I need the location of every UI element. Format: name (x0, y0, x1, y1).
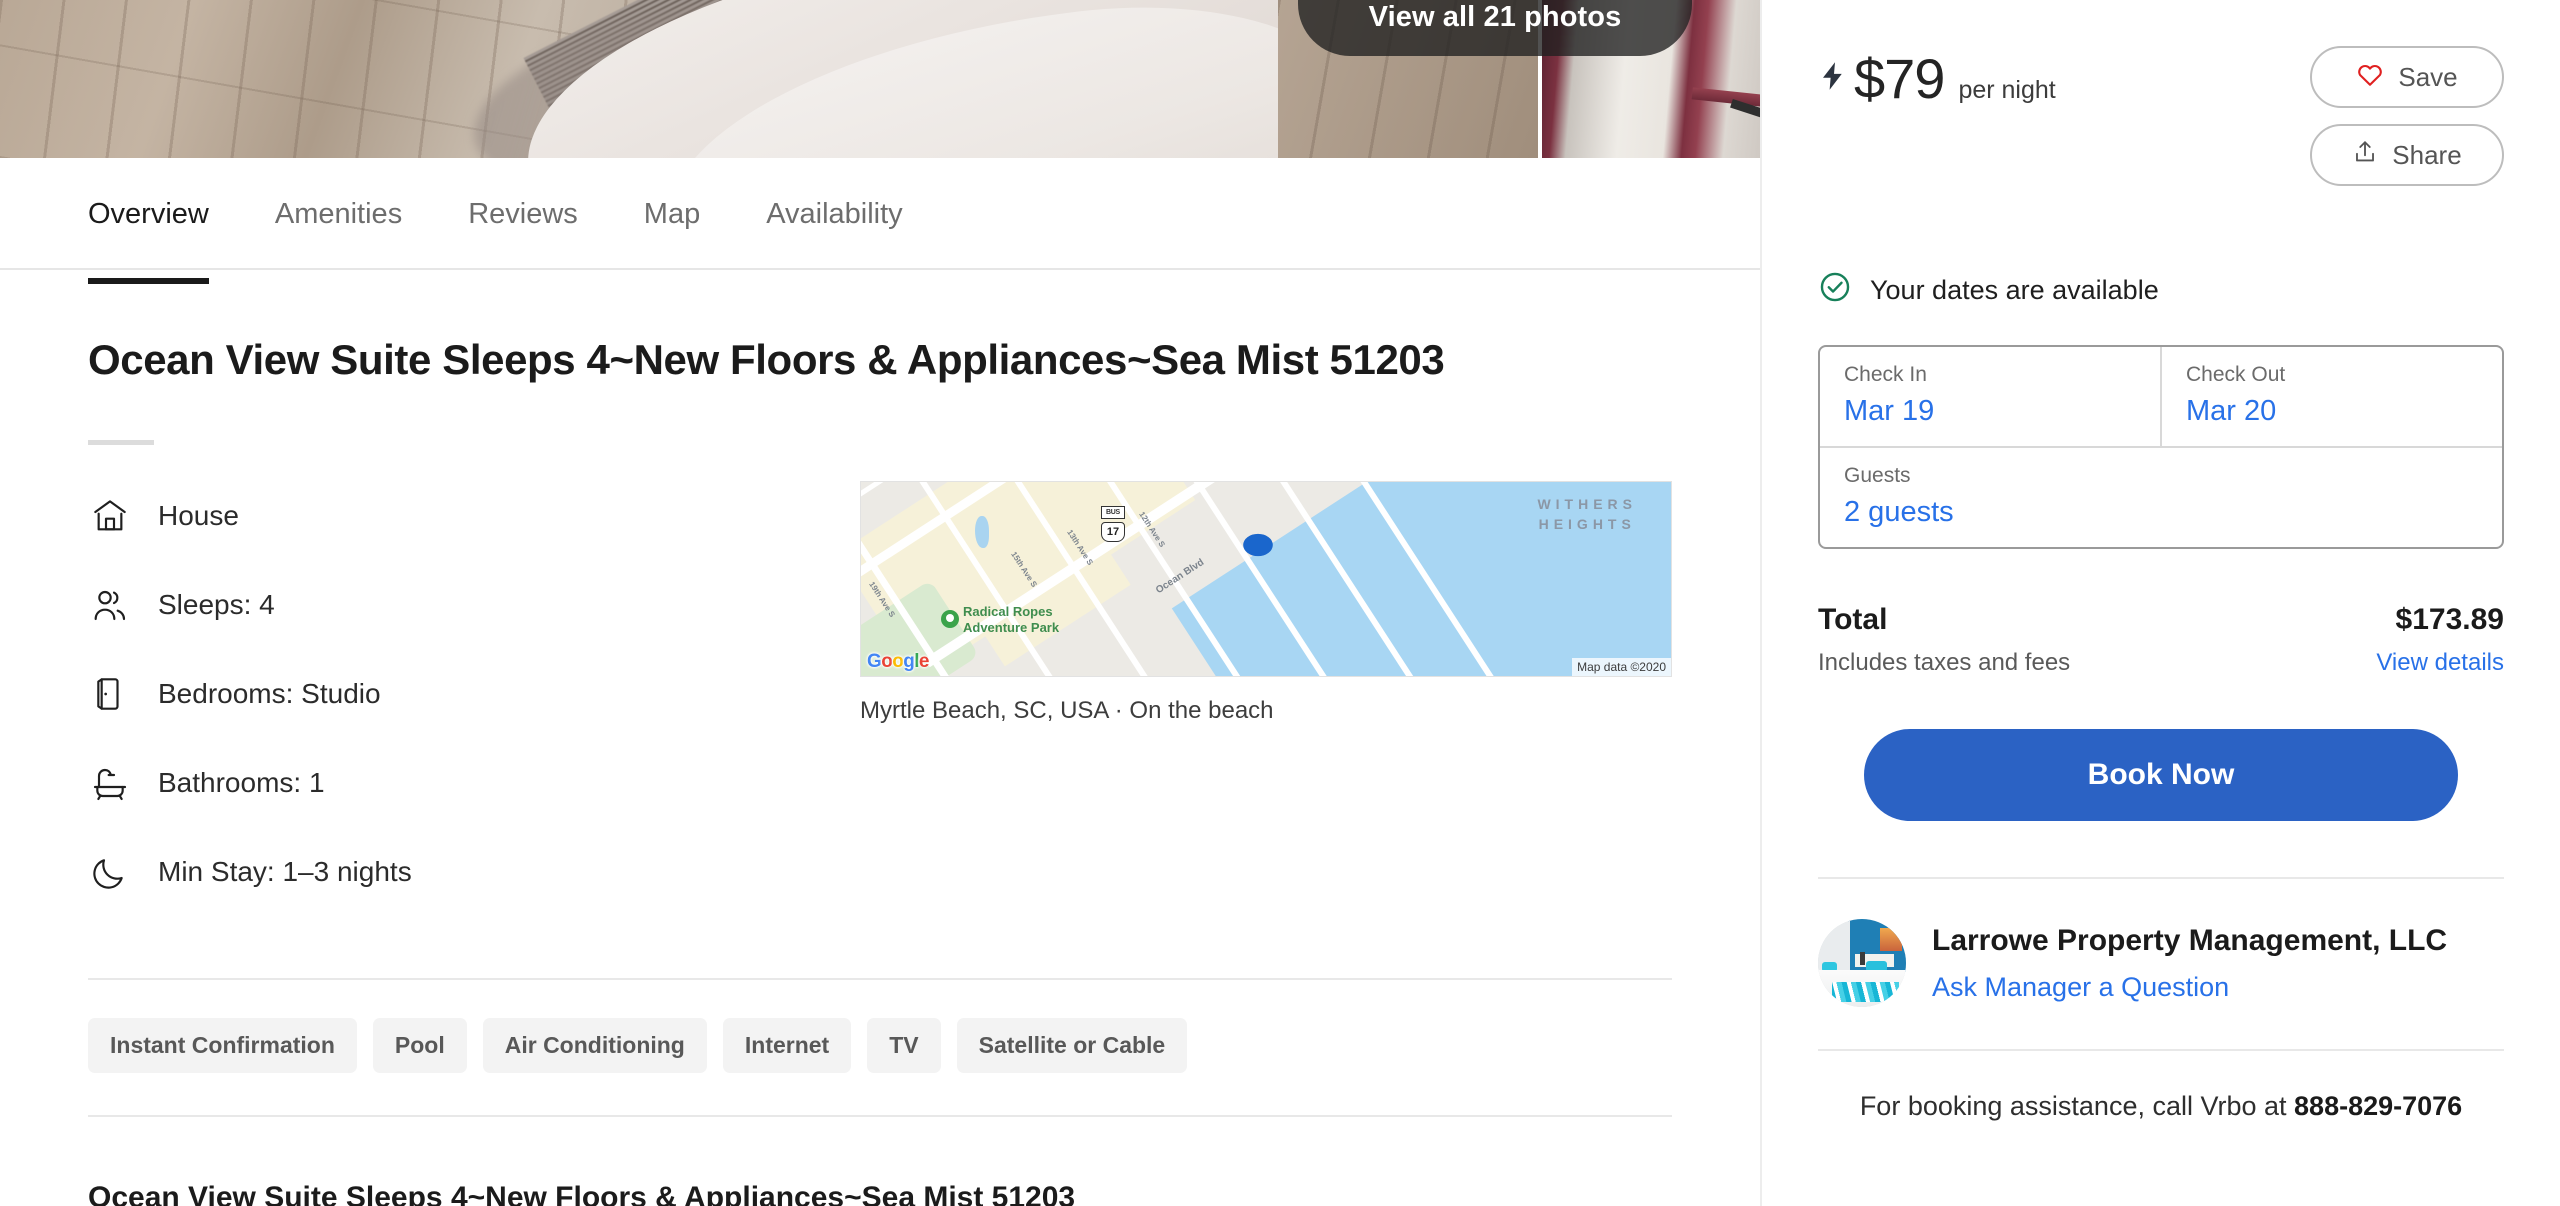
guests-label: Guests (1844, 464, 1911, 487)
amenity-tag-tv[interactable]: TV (867, 1018, 941, 1073)
check-out-value: Mar 20 (2186, 395, 2277, 427)
bedroom-icon (88, 672, 132, 716)
check-circle-icon (1818, 270, 1852, 311)
panel-divider (1818, 877, 2504, 879)
tab-overview[interactable]: Overview (88, 158, 209, 284)
guests-row: Guests 2 guests (1820, 446, 2502, 547)
location-map[interactable]: 12th Ave S 13th Ave S 15th Ave S 19th Av… (860, 481, 1672, 677)
instant-booking-bolt-icon (1818, 55, 1848, 102)
property-summary-row: House Sleeps: 4 Bedrooms: Studio Bathroo… (88, 481, 1672, 936)
manager-name: Larrowe Property Management, LLC (1932, 923, 2448, 957)
tab-reviews[interactable]: Reviews (468, 158, 578, 231)
ask-manager-link[interactable]: Ask Manager a Question (1932, 972, 2447, 1003)
booking-panel: $79 per night Save Share Your dates are … (1760, 0, 2560, 1206)
house-icon (88, 494, 132, 538)
amenity-tag-pool[interactable]: Pool (372, 1018, 467, 1073)
share-button[interactable]: Share (2310, 124, 2504, 186)
page-title: Ocean View Suite Sleeps 4~New Floors & A… (88, 336, 1445, 383)
fact-property-type: House (88, 491, 860, 540)
fact-sleeps: Sleeps: 4 (88, 580, 860, 629)
total-row: Total $173.89 (1818, 603, 2504, 637)
save-button-label: Save (2398, 61, 2458, 92)
amenity-tag-satellite-or-cable[interactable]: Satellite or Cable (956, 1018, 1188, 1073)
total-label: Total (1818, 603, 1888, 636)
price-amount: $79 (1854, 47, 1945, 110)
share-icon (2352, 139, 2378, 172)
map-neighborhood-label: WITHERS HEIGHTS (1537, 496, 1637, 533)
booking-assistance-note: For booking assistance, call Vrbo at 888… (1818, 1091, 2504, 1122)
property-facts-list: House Sleeps: 4 Bedrooms: Studio Bathroo… (88, 481, 860, 936)
heart-icon (2356, 61, 2384, 94)
location-caption: Myrtle Beach, SC, USA · On the beach (860, 697, 1274, 724)
date-row: Check In Mar 19 Check Out Mar 20 (1820, 347, 2502, 446)
guests-value: 2 guests (1844, 496, 1954, 528)
section-divider-2 (88, 1115, 1672, 1117)
check-in-field[interactable]: Check In Mar 19 (1820, 347, 2160, 446)
moon-icon (88, 850, 132, 894)
listing-page: View all 21 photos Overview Amenities Re… (0, 0, 2560, 1206)
fact-label: Bathrooms: 1 (158, 766, 325, 798)
title-divider (88, 440, 154, 445)
map-property-pin (1237, 529, 1279, 566)
left-content-column: View all 21 photos Overview Amenities Re… (0, 0, 1760, 1206)
book-now-button[interactable]: Book Now (1864, 729, 2458, 821)
map-poi-pin (941, 610, 959, 634)
map-route-shield: BUS 17 (1101, 506, 1125, 542)
amenity-tag-air-conditioning[interactable]: Air Conditioning (482, 1018, 707, 1073)
description-heading: Ocean View Suite Sleeps 4~New Floors & A… (88, 1181, 1076, 1206)
bathtub-icon (88, 761, 132, 805)
manager-info: Larrowe Property Management, LLC Ask Man… (1932, 924, 2447, 1003)
price-display: $79 per night (1818, 46, 2056, 111)
assistance-phone: 888-829-7076 (2294, 1091, 2463, 1121)
tab-availability[interactable]: Availability (766, 158, 902, 231)
fact-bathrooms: Bathrooms: 1 (88, 758, 860, 807)
check-in-value: Mar 19 (1844, 395, 1935, 427)
check-in-label: Check In (1844, 363, 1927, 386)
save-button[interactable]: Save (2310, 46, 2504, 108)
photo-gallery-strip[interactable]: View all 21 photos (0, 0, 1760, 158)
availability-status: Your dates are available (1818, 270, 2504, 311)
check-out-label: Check Out (2186, 363, 2286, 386)
tab-amenities[interactable]: Amenities (275, 158, 402, 231)
total-amount: $173.89 (2395, 603, 2504, 636)
availability-message: Your dates are available (1870, 275, 2159, 305)
manager-avatar (1818, 919, 1906, 1007)
fact-min-stay: Min Stay: 1–3 nights (88, 847, 860, 896)
fact-label: House (158, 499, 239, 531)
property-manager-block: Larrowe Property Management, LLC Ask Man… (1818, 919, 2504, 1007)
share-button-label: Share (2392, 139, 2462, 170)
tab-map[interactable]: Map (644, 158, 700, 231)
map-attribution: Map data ©2020 (1572, 658, 1671, 676)
total-subrow: Includes taxes and fees View details (1818, 649, 2504, 677)
guests-icon (88, 583, 132, 627)
amenity-tag-instant-confirmation[interactable]: Instant Confirmation (88, 1018, 357, 1073)
check-out-field[interactable]: Check Out Mar 20 (2160, 347, 2502, 446)
fact-label: Min Stay: 1–3 nights (158, 855, 412, 887)
price-unit: per night (1958, 76, 2056, 104)
amenity-tag-internet[interactable]: Internet (722, 1018, 852, 1073)
view-details-link[interactable]: View details (2376, 649, 2504, 677)
assistance-prefix: For booking assistance, call Vrbo at (1859, 1091, 2295, 1121)
panel-divider-2 (1818, 1049, 2504, 1051)
view-all-photos-button[interactable]: View all 21 photos (1298, 0, 1692, 56)
amenity-tag-list: Instant Confirmation Pool Air Conditioni… (0, 980, 1760, 1073)
total-note: Includes taxes and fees (1818, 649, 2071, 676)
date-guest-selector: Check In Mar 19 Check Out Mar 20 Guests … (1818, 345, 2504, 549)
overview-section: Ocean View Suite Sleeps 4~New Floors & A… (0, 270, 1760, 936)
guests-field[interactable]: Guests 2 guests (1820, 448, 2502, 547)
fact-label: Bedrooms: Studio (158, 677, 381, 709)
map-pond (975, 516, 989, 548)
map-route-number: 17 (1101, 522, 1125, 542)
fact-label: Sleeps: 4 (158, 588, 275, 620)
google-logo: Google (867, 651, 929, 672)
map-route-bus-label: BUS (1101, 506, 1125, 519)
location-block: 12th Ave S 13th Ave S 15th Ave S 19th Av… (860, 481, 1672, 936)
panel-actions: Save Share (2310, 46, 2504, 186)
map-poi-label: Radical Ropes Adventure Park (963, 604, 1060, 636)
section-tabs: Overview Amenities Reviews Map Availabil… (0, 158, 1760, 284)
price-header: $79 per night Save Share (1818, 0, 2504, 186)
fact-bedrooms: Bedrooms: Studio (88, 669, 860, 718)
